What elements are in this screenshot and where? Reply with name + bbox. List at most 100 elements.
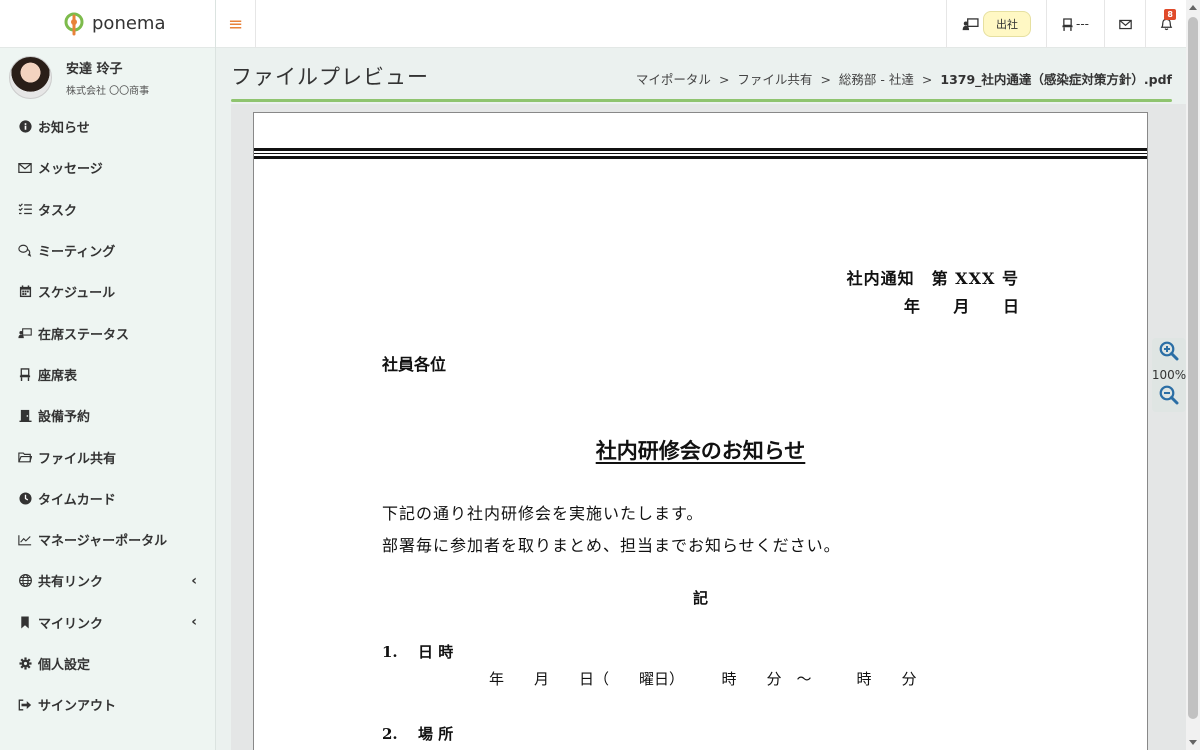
notification-count-badge: 8 [1164,9,1176,20]
bookmark-icon [18,615,32,629]
sidebar-item-label: スケジュール [38,286,116,302]
breadcrumb-separator: > [718,72,730,87]
sidebar-item-label: ファイル共有 [38,451,117,467]
ki-heading: 記 [692,589,708,607]
zoom-in-icon [1159,341,1179,361]
page-scrollbar[interactable] [1186,0,1200,750]
item-number: 1. [382,643,398,661]
pdf-page: 社内通知 第 XXX 号 年 月 日 社員各位 社内研修会のお知らせ 下記の通り… [253,112,1148,750]
user-name: 安達 玲子 [66,61,123,77]
sidebar-item-presence[interactable]: 在席ステータス [0,312,215,353]
sidebar-item-label: 個人設定 [38,658,91,673]
sidebar-item-facility[interactable]: 設備予約 [0,395,215,436]
brand-name: ponema [92,13,166,34]
addressee: 社員各位 [382,355,447,374]
header-rule [254,153,1147,154]
sidebar-item-label: お知らせ [38,121,90,137]
sidebar-item-manager-portal[interactable]: マネージャーポータル [0,519,215,560]
envelope-icon [1118,19,1132,29]
sidebar-item-label: 在席ステータス [38,327,130,343]
body-text: 下記の通り社内研修会を実施いたします。 [382,504,704,523]
page-title: ファイルプレビュー [231,65,429,89]
breadcrumb-item[interactable]: マイポータル [636,72,711,87]
presence-status-button[interactable]: 出社 [946,0,1046,48]
messages-button[interactable] [1104,0,1145,48]
sidebar-menu: お知らせ メッセージ タスク ミーティング スケジュール 在席ステータス 座席表 [0,106,215,725]
seat-button[interactable]: --- [1046,0,1104,48]
sidebar-item-tasks[interactable]: タスク [0,189,215,230]
breadcrumb-item[interactable]: 総務部 - 社達 [839,72,914,87]
scroll-thumb[interactable] [1188,17,1198,719]
sidebar-item-file-share[interactable]: ファイル共有 [0,436,215,477]
info-icon [18,120,32,134]
hamburger-icon: ≡ [227,13,244,35]
breadcrumb-separator: > [921,72,933,87]
zoom-out-button[interactable] [1159,385,1179,409]
topbar: ≡ 出社 --- 8 [216,0,1186,48]
sidebar-item-sign-out[interactable]: サインアウト [0,684,215,725]
brand[interactable]: ponema [0,0,215,48]
chevron-left-icon: ‹ [191,572,197,589]
sidebar-item-label: タイムカード [38,492,116,508]
notice-number: 社内通知 第 XXX 号 [846,269,1019,288]
breadcrumb-separator: > [820,72,831,87]
sidebar-item-schedule[interactable]: スケジュール [0,271,215,312]
zoom-in-button[interactable] [1159,341,1179,365]
presence-icon [962,17,979,30]
sidebar-item-label: タスク [38,203,78,219]
chevron-left-icon: ‹ [191,614,197,631]
sidebar-item-shared-links[interactable]: 共有リンク ‹ [0,560,215,601]
sidebar-item-label: マイリンク [38,616,104,632]
sidebar-item-timecard[interactable]: タイムカード [0,478,215,519]
sidebar-item-label: 設備予約 [38,410,91,426]
calendar-icon [18,285,32,299]
envelope-icon [18,161,32,175]
ponema-logo-icon [64,12,84,35]
sidebar-item-label: メッセージ [38,162,103,178]
pdf-viewer[interactable]: 社内通知 第 XXX 号 年 月 日 社員各位 社内研修会のお知らせ 下記の通り… [231,104,1186,750]
sidebar-item-my-links[interactable]: マイリンク ‹ [0,602,215,643]
sidebar-item-notices[interactable]: お知らせ [0,106,215,147]
zoom-control: 100% [1152,338,1186,412]
scroll-up-arrow-icon[interactable] [1189,5,1197,10]
sidebar-item-label: マネージャーポータル [38,534,168,550]
sign-out-icon [18,698,32,712]
folder-icon [18,450,32,464]
notifications-button[interactable]: 8 [1145,0,1186,48]
sidebar: ponema 安達 玲子 株式会社 〇〇商事 お知らせ メッセージ タスク ミー… [0,0,216,750]
breadcrumb-current: 1379_社内通達（感染症対策方針）.pdf [940,72,1172,87]
sidebar-item-label: ミーティング [38,245,116,261]
zoom-out-icon [1159,385,1179,405]
presence-icon [18,326,32,340]
user-company: 株式会社 〇〇商事 [66,85,150,97]
zoom-level: 100% [1151,368,1187,382]
item-location: 2. 場 所 [382,723,453,744]
header-rule [254,156,1147,159]
breadcrumb-item[interactable]: ファイル共有 [737,72,812,87]
clock-icon [18,491,32,505]
seat-icon [1062,17,1073,31]
gear-icon [18,657,32,671]
chart-line-icon [18,533,32,547]
status-badge: 出社 [983,11,1031,37]
sidebar-item-label: 座席表 [38,368,78,384]
header-rule [254,148,1147,151]
sidebar-item-label: サインアウト [38,699,117,715]
user-profile[interactable]: 安達 玲子 株式会社 〇〇商事 [0,48,215,106]
seat-icon [18,367,32,381]
item-number: 2. [382,725,398,743]
document-title: 社内研修会のお知らせ [595,438,806,463]
chat-bubbles-icon [18,244,32,258]
sidebar-item-messages[interactable]: メッセージ [0,147,215,188]
sidebar-item-seating[interactable]: 座席表 [0,354,215,395]
header-divider [231,99,1172,102]
item-datetime: 1. 日 時 [382,641,453,662]
item-datetime-detail: 年 月 日（ 曜日） 時 分 ～ 時 分 [489,670,917,688]
sidebar-item-meetings[interactable]: ミーティング [0,230,215,271]
hamburger-menu-button[interactable]: ≡ [216,0,256,48]
door-icon [18,409,32,423]
scroll-down-arrow-icon[interactable] [1189,740,1197,745]
seat-label: --- [1076,17,1089,31]
globe-icon [18,574,32,588]
sidebar-item-personal-settings[interactable]: 個人設定 [0,643,215,684]
